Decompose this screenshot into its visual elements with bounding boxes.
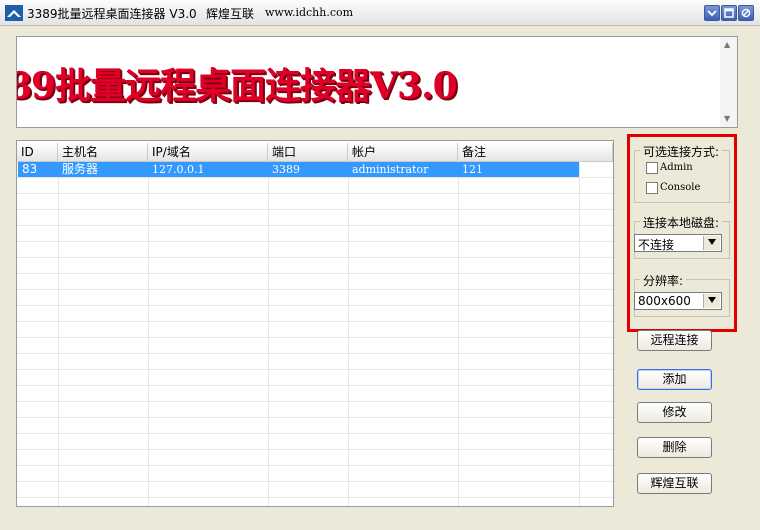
options-panel: 可选连接方式: Admin Console 连接本地磁盘: 不连接 分辨率: 8… [627,134,737,332]
grid-line [17,385,613,386]
close-icon [741,8,751,18]
grid-line [17,433,613,434]
column-header-hostname[interactable]: 主机名 [58,143,148,161]
cell-account: administrator [352,163,429,176]
banner-title: 89批量远程桌面连接器V3.0 [16,65,458,107]
cell-ip: 127.0.0.1 [152,163,205,176]
grid-line [17,193,613,194]
scroll-down-icon[interactable]: ▼ [724,114,730,123]
grid-line [17,209,613,210]
grid-line [17,225,613,226]
title-bar: 3389批量远程桌面连接器 V3.0 辉煌互联 www.idchh.com [0,0,760,26]
window-brand: 辉煌互联 [206,7,255,21]
resolution-select[interactable]: 800x600 [634,292,722,310]
grid-line [148,161,149,506]
add-button[interactable]: 添加 [637,369,712,390]
column-header-note[interactable]: 备注 [458,143,613,161]
close-button[interactable] [738,5,754,21]
app-icon [5,5,23,21]
grid-line [17,417,613,418]
cell-id: 83 [22,162,38,176]
grid-line [17,321,613,322]
grid-line [17,177,613,178]
admin-label: Admin [660,162,693,173]
local-disk-label: 连接本地磁盘: [640,214,723,231]
remote-connect-button[interactable]: 远程连接 [637,330,712,351]
grid-line [17,369,613,370]
host-list[interactable]: ID 主机名 IP/域名 端口 帐户 备注 83 服务器 127.0.0.1 3… [16,140,614,507]
scroll-up-icon[interactable]: ▲ [724,40,730,49]
delete-button[interactable]: 删除 [637,437,712,458]
grid-line [17,337,613,338]
grid-line [17,257,613,258]
brand-button[interactable]: 辉煌互联 [637,473,712,494]
grid-line [17,449,613,450]
maximize-icon [724,8,734,18]
column-header-port[interactable]: 端口 [268,143,348,161]
local-disk-value: 不连接 [638,238,675,252]
column-header-id[interactable]: ID [17,143,58,161]
resolution-dropdown-button[interactable] [703,294,720,308]
grid-line [17,241,613,242]
console-checkbox[interactable] [646,182,658,194]
chevron-down-icon [708,239,716,245]
grid-line [348,161,349,506]
connect-mode-label: 可选连接方式: [640,143,723,160]
window-url: www.idchh.com [265,6,354,19]
grid-line [17,497,613,498]
list-header: ID 主机名 IP/域名 端口 帐户 备注 [17,143,613,162]
local-disk-select[interactable]: 不连接 [634,234,722,252]
minimize-icon [707,10,717,17]
grid-line [17,465,613,466]
cell-hostname: 服务器 [62,162,99,176]
grid-line [17,273,613,274]
column-header-account[interactable]: 帐户 [348,143,458,161]
grid-line [17,401,613,402]
window-title: 3389批量远程桌面连接器 V3.0 [27,7,197,21]
resolution-value: 800x600 [638,294,691,308]
cell-port: 3389 [272,163,300,176]
grid-line [17,353,613,354]
admin-checkbox[interactable] [646,162,658,174]
cell-note: 121 [462,163,483,176]
grid-line [58,161,59,506]
maximize-button[interactable] [721,5,737,21]
banner-scrollbar[interactable]: ▲ ▼ [720,37,737,127]
local-disk-dropdown-button[interactable] [703,236,720,250]
grid-line [458,161,459,506]
banner: 89批量远程桌面连接器V3.0 ▲ ▼ [16,36,738,128]
grid-line [268,161,269,506]
minimize-button[interactable] [704,5,720,21]
column-header-ip[interactable]: IP/域名 [148,143,268,161]
modify-button[interactable]: 修改 [637,402,712,423]
grid-line [17,305,613,306]
grid-line [17,481,613,482]
resolution-label: 分辨率: [640,272,687,289]
console-label: Console [660,182,701,193]
grid-line [579,161,580,506]
grid-line [17,289,613,290]
chevron-down-icon [708,297,716,303]
